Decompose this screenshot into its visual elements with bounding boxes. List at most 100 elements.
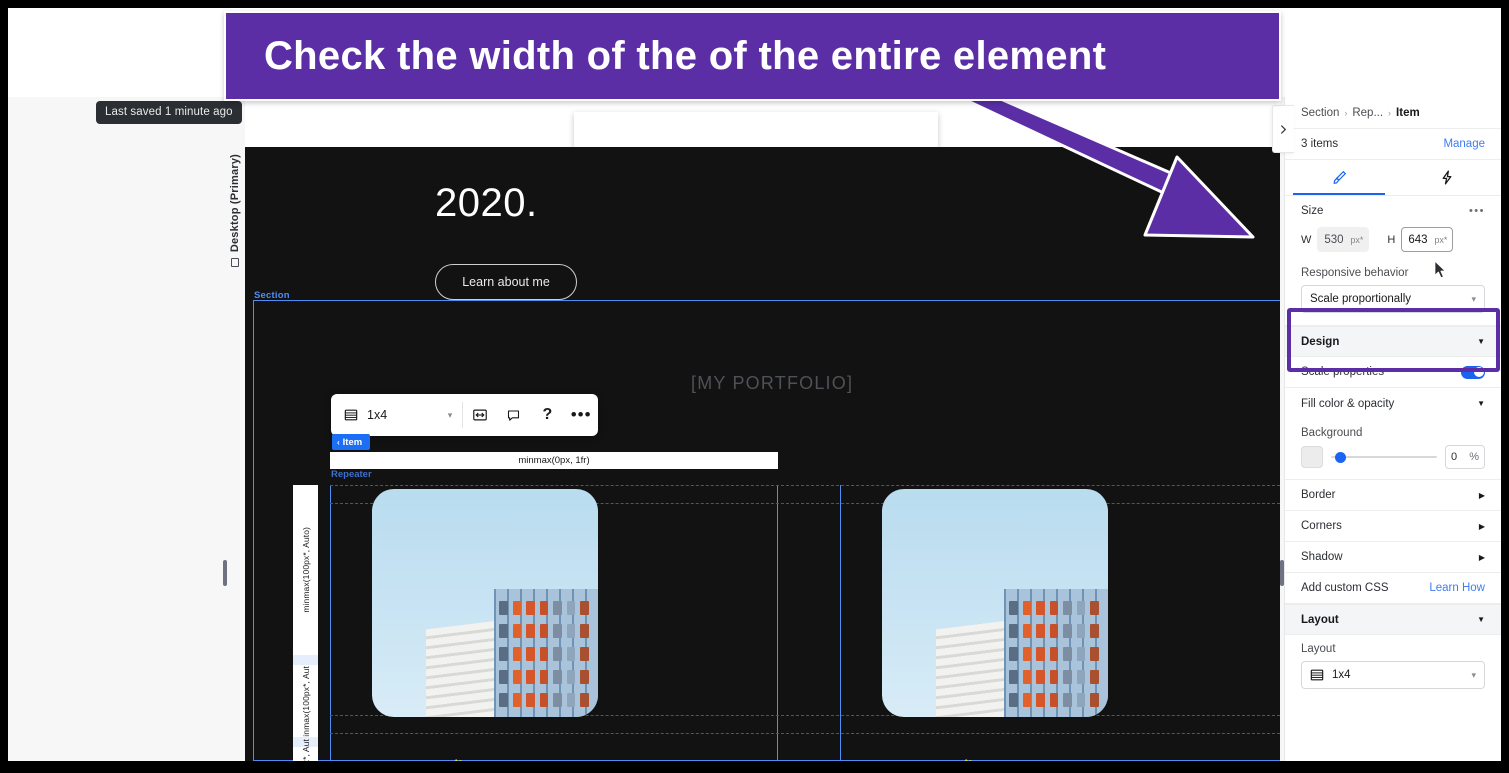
height-value: 643 (1408, 233, 1428, 246)
breadcrumb-root[interactable]: Section (1301, 107, 1339, 119)
chevron-down-icon: ▾ (1471, 293, 1476, 304)
building-window (566, 600, 576, 615)
building-window (1063, 600, 1072, 615)
background-color-swatch[interactable] (1301, 446, 1323, 468)
building-window (1049, 669, 1059, 684)
frame-border-top (0, 0, 1509, 8)
building-window (1036, 623, 1045, 638)
item-chip-label: Item (342, 436, 363, 448)
hero-year-text: 2020. (435, 181, 538, 225)
paintbrush-icon (1333, 170, 1346, 184)
building-window (580, 692, 589, 707)
learn-about-me-button[interactable]: Learn about me (435, 264, 577, 300)
panel-tabs (1285, 160, 1501, 196)
building-window (1063, 669, 1072, 684)
help-button[interactable]: ? (531, 394, 565, 436)
building-window (539, 600, 549, 615)
layout-accordion-header[interactable]: Layout ▼ (1285, 604, 1501, 635)
scale-properties-row[interactable]: Scale properties (1285, 357, 1501, 388)
row-track-cell[interactable]: inmax(100px*, Aut (293, 665, 318, 737)
corners-row[interactable]: Corners ▶ (1285, 511, 1501, 542)
breadcrumb-separator-icon: › (1388, 107, 1392, 118)
canvas-resize-handle-left[interactable] (223, 560, 227, 586)
background-block: Background 0 % (1285, 419, 1501, 480)
scale-properties-toggle[interactable] (1461, 365, 1485, 379)
opacity-slider-knob[interactable] (1335, 451, 1346, 463)
tab-design[interactable] (1285, 160, 1393, 195)
design-accordion-header[interactable]: Design ▼ (1285, 326, 1501, 357)
building-window (526, 600, 535, 615)
repeater-grid[interactable] (330, 485, 1280, 761)
resize-width-button[interactable] (463, 394, 497, 436)
caret-right-icon: ▶ (1478, 552, 1485, 562)
size-more-icon[interactable]: ••• (1469, 206, 1485, 217)
building-window (1063, 646, 1072, 661)
building-facade (494, 589, 598, 717)
building-window (1009, 669, 1018, 684)
item-selection-chip[interactable]: ‹ Item (332, 434, 371, 450)
chevron-down-icon: ▾ (447, 409, 453, 420)
column-track-label: minmax(0px, 1fr) (518, 455, 590, 466)
learn-how-link[interactable]: Learn How (1429, 582, 1485, 594)
grid-layout-selector[interactable]: 1x4 ▾ (331, 408, 462, 422)
opacity-value: 0 (1451, 451, 1458, 463)
row-track-cell[interactable]: px*, Aut (293, 739, 318, 761)
tab-interactions[interactable] (1393, 160, 1501, 195)
building-window (512, 623, 522, 638)
portfolio-image-2[interactable] (882, 489, 1108, 717)
manage-link[interactable]: Manage (1443, 138, 1485, 150)
building-window (1036, 646, 1045, 661)
building-window (1009, 692, 1018, 707)
custom-css-row[interactable]: Add custom CSS Learn How (1285, 573, 1501, 604)
row-track-cell[interactable]: minmax(100px*, Auto) (293, 485, 318, 655)
responsive-behavior-select[interactable]: Scale proportionally ▾ (1301, 285, 1485, 313)
breadcrumb[interactable]: Section › Rep... › Item (1285, 97, 1501, 129)
row-gap-handle[interactable] (293, 655, 318, 665)
annotation-banner-text: Check the width of the of the entire ele… (264, 33, 1107, 78)
caret-right-icon: ▶ (1478, 490, 1485, 500)
building-window (539, 669, 549, 684)
fill-color-opacity-row[interactable]: Fill color & opacity ▼ (1285, 388, 1501, 419)
row-track-rail[interactable]: minmax(100px*, Auto) inmax(100px*, Aut p… (293, 485, 318, 761)
building-window (512, 669, 522, 684)
comment-button[interactable] (497, 394, 531, 436)
building-window (1022, 669, 1032, 684)
portfolio-image-1[interactable] (372, 489, 598, 717)
question-mark-icon: ? (542, 406, 553, 423)
background-controls: 0 % (1301, 445, 1485, 469)
size-section-title: Size (1301, 205, 1324, 217)
width-input[interactable]: 530 px* (1317, 227, 1370, 252)
layout-block: Layout 1x4 ▾ (1285, 635, 1501, 701)
opacity-input[interactable]: 0 % (1445, 445, 1485, 469)
repeater-label: Repeater (331, 469, 372, 480)
size-section: Size ••• W 530 px* H 643 px* (1285, 196, 1501, 263)
building-window (1009, 623, 1018, 638)
layout-value: 1x4 (1332, 669, 1351, 681)
shadow-row[interactable]: Shadow ▶ (1285, 542, 1501, 573)
building-window (566, 646, 576, 661)
items-row: 3 items Manage (1285, 129, 1501, 160)
layout-accordion-title: Layout (1301, 613, 1339, 626)
building-window (1009, 646, 1018, 661)
row-track-label: px*, Aut (300, 738, 311, 761)
building-side-wall (426, 621, 495, 717)
device-breakpoint-label[interactable]: Desktop (Primary) (227, 154, 243, 304)
building-window (1076, 623, 1086, 638)
opacity-slider-track (1331, 456, 1437, 458)
responsive-behavior-value: Scale proportionally (1310, 293, 1412, 305)
building-window (566, 623, 576, 638)
layout-select[interactable]: 1x4 ▾ (1301, 661, 1485, 689)
column-track-bar[interactable]: minmax(0px, 1fr) (330, 452, 778, 469)
border-row[interactable]: Border ▶ (1285, 480, 1501, 511)
building-window (539, 646, 549, 661)
grid-toolbar[interactable]: 1x4 ▾ ? ••• (331, 394, 598, 436)
opacity-slider[interactable] (1331, 450, 1437, 464)
shadow-label: Shadow (1301, 551, 1343, 563)
height-input[interactable]: 643 px* (1401, 227, 1454, 252)
more-options-button[interactable]: ••• (564, 394, 598, 436)
properties-panel: Section › Rep... › Item 3 items Manage S… (1284, 97, 1501, 761)
building-window (499, 646, 508, 661)
row-track-label: inmax(100px*, Aut (300, 665, 311, 737)
breadcrumb-middle[interactable]: Rep... (1352, 107, 1383, 119)
width-value: 530 (1324, 233, 1344, 246)
